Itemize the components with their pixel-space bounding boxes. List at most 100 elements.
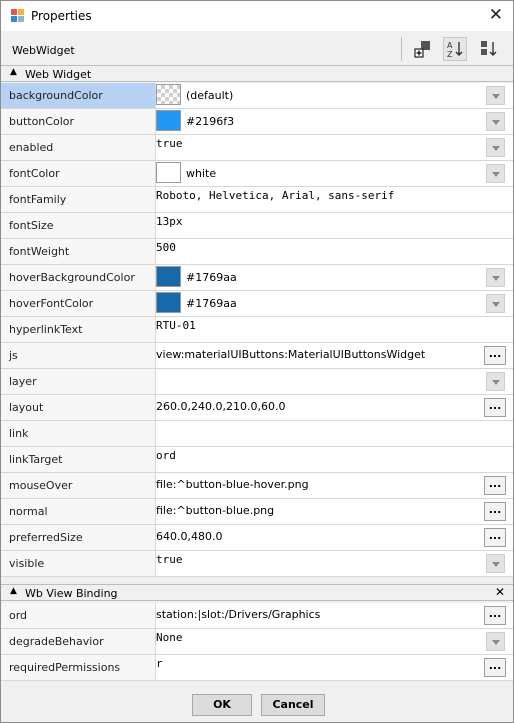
ellipsis-button[interactable]: ... (484, 398, 506, 417)
property-value[interactable]: 260.0,240.0,210.0,60.0... (155, 395, 513, 420)
property-value[interactable]: true (155, 551, 513, 576)
section-web-widget[interactable]: ▲ Web Widget (1, 65, 513, 82)
property-value[interactable]: station:|slot:/Drivers/Graphics... (155, 603, 513, 628)
property-name: mouseOver (1, 473, 156, 498)
property-row-linkTarget[interactable]: linkTarget ord (1, 447, 513, 473)
dropdown-arrow-icon[interactable] (486, 164, 505, 183)
property-row-ord[interactable]: ord station:|slot:/Drivers/Graphics... (1, 603, 513, 629)
component-type-label: WebWidget (12, 44, 75, 57)
color-swatch[interactable] (156, 110, 181, 131)
property-row-visible[interactable]: visible true (1, 551, 513, 577)
property-name: normal (1, 499, 156, 524)
section-title: Wb View Binding (25, 587, 118, 600)
property-row-mouseOver[interactable]: mouseOver file:^button-blue-hover.png... (1, 473, 513, 499)
dropdown-arrow-icon[interactable] (486, 138, 505, 157)
value-text: ord (156, 449, 176, 462)
property-value[interactable]: 640.0,480.0... (155, 525, 513, 550)
property-value[interactable] (155, 369, 513, 394)
value-text: 640.0,480.0 (156, 530, 223, 543)
property-value[interactable]: RTU-01 (155, 317, 513, 342)
property-row-fontWeight[interactable]: fontWeight 500 (1, 239, 513, 265)
dropdown-arrow-icon[interactable] (486, 86, 505, 105)
property-value[interactable]: white (155, 161, 513, 186)
property-row-backgroundColor[interactable]: backgroundColor (default) (1, 83, 513, 109)
dropdown-arrow-icon[interactable] (486, 632, 505, 651)
color-swatch[interactable] (156, 84, 181, 105)
property-value[interactable]: file:^button-blue-hover.png... (155, 473, 513, 498)
property-name: layout (1, 395, 156, 420)
close-icon[interactable]: ✕ (489, 5, 503, 25)
color-value-text: #2196f3 (186, 115, 235, 128)
property-row-degradeBehavior[interactable]: degradeBehavior None (1, 629, 513, 655)
dropdown-arrow-icon[interactable] (486, 112, 505, 131)
color-swatch[interactable] (156, 292, 181, 313)
ellipsis-button[interactable]: ... (484, 502, 506, 521)
property-value[interactable]: #1769aa (155, 291, 513, 316)
property-row-hoverFontColor[interactable]: hoverFontColor #1769aa (1, 291, 513, 317)
property-row-preferredSize[interactable]: preferredSize 640.0,480.0... (1, 525, 513, 551)
add-slot-button[interactable] (411, 37, 435, 61)
property-value[interactable]: 13px (155, 213, 513, 238)
property-sheet-web-widget: backgroundColor (default) buttonColor #2196… (1, 83, 513, 577)
property-name: link (1, 421, 156, 446)
section-wb-view-binding[interactable]: ▲ Wb View Binding ✕ (1, 584, 513, 601)
value-text: 13px (156, 215, 183, 228)
color-swatch[interactable] (156, 162, 181, 183)
collapse-icon[interactable]: ▲ (10, 586, 17, 596)
dropdown-arrow-icon[interactable] (486, 268, 505, 287)
properties-app-icon (11, 9, 24, 22)
toolbar: WebWidget (1, 31, 513, 65)
color-value-text: (default) (186, 89, 234, 102)
property-row-layer[interactable]: layer (1, 369, 513, 395)
value-text: Roboto, Helvetica, Arial, sans-serif (156, 189, 395, 202)
property-row-js[interactable]: js view:materialUIButtons:MaterialUIButto… (1, 343, 513, 369)
remove-section-icon[interactable]: ✕ (495, 585, 505, 599)
ellipsis-button[interactable]: ... (484, 346, 506, 365)
dropdown-arrow-icon[interactable] (486, 372, 505, 391)
sort-order-button[interactable] (477, 37, 501, 61)
property-value[interactable]: true (155, 135, 513, 160)
ok-button[interactable]: OK (192, 694, 252, 716)
cancel-button[interactable]: Cancel (261, 694, 325, 716)
property-row-enabled[interactable]: enabled true (1, 135, 513, 161)
section-title: Web Widget (25, 68, 92, 81)
property-value[interactable]: view:materialUIButtons:MaterialUIButtons… (155, 343, 513, 368)
ellipsis-button[interactable]: ... (484, 658, 506, 677)
color-value-text: #1769aa (186, 297, 237, 310)
property-row-fontFamily[interactable]: fontFamily Roboto, Helvetica, Arial, sans… (1, 187, 513, 213)
property-row-layout[interactable]: layout 260.0,240.0,210.0,60.0... (1, 395, 513, 421)
color-swatch[interactable] (156, 266, 181, 287)
property-value[interactable]: ord (155, 447, 513, 472)
sort-az-icon: A Z (447, 41, 463, 59)
title-bar: Properties ✕ (1, 1, 513, 31)
property-row-fontColor[interactable]: fontColor white (1, 161, 513, 187)
property-name: visible (1, 551, 156, 576)
property-row-buttonColor[interactable]: buttonColor #2196f3 (1, 109, 513, 135)
property-row-normal[interactable]: normal file:^button-blue.png... (1, 499, 513, 525)
property-value[interactable]: #2196f3 (155, 109, 513, 134)
ellipsis-button[interactable]: ... (484, 606, 506, 625)
property-row-requiredPermissions[interactable]: requiredPermissions r... (1, 655, 513, 681)
property-value[interactable] (155, 421, 513, 446)
ellipsis-button[interactable]: ... (484, 476, 506, 495)
sort-alphabetical-button[interactable]: A Z (443, 37, 467, 61)
add-slot-icon (414, 41, 430, 58)
property-value[interactable]: #1769aa (155, 265, 513, 290)
window-title: Properties (31, 9, 92, 23)
property-row-fontSize[interactable]: fontSize 13px (1, 213, 513, 239)
property-value[interactable]: r... (155, 655, 513, 680)
dropdown-arrow-icon[interactable] (486, 554, 505, 573)
property-row-link[interactable]: link (1, 421, 513, 447)
property-value[interactable]: Roboto, Helvetica, Arial, sans-serif (155, 187, 513, 212)
collapse-icon[interactable]: ▲ (10, 67, 17, 77)
dropdown-arrow-icon[interactable] (486, 294, 505, 313)
property-name: ord (1, 603, 156, 628)
property-row-hoverBackgroundColor[interactable]: hoverBackgroundColor #1769aa (1, 265, 513, 291)
property-value[interactable]: (default) (155, 83, 513, 108)
property-row-hyperlinkText[interactable]: hyperlinkText RTU-01 (1, 317, 513, 343)
property-value[interactable]: None (155, 629, 513, 654)
ellipsis-button[interactable]: ... (484, 528, 506, 547)
property-value[interactable]: file:^button-blue.png... (155, 499, 513, 524)
property-value[interactable]: 500 (155, 239, 513, 264)
property-name: linkTarget (1, 447, 156, 472)
